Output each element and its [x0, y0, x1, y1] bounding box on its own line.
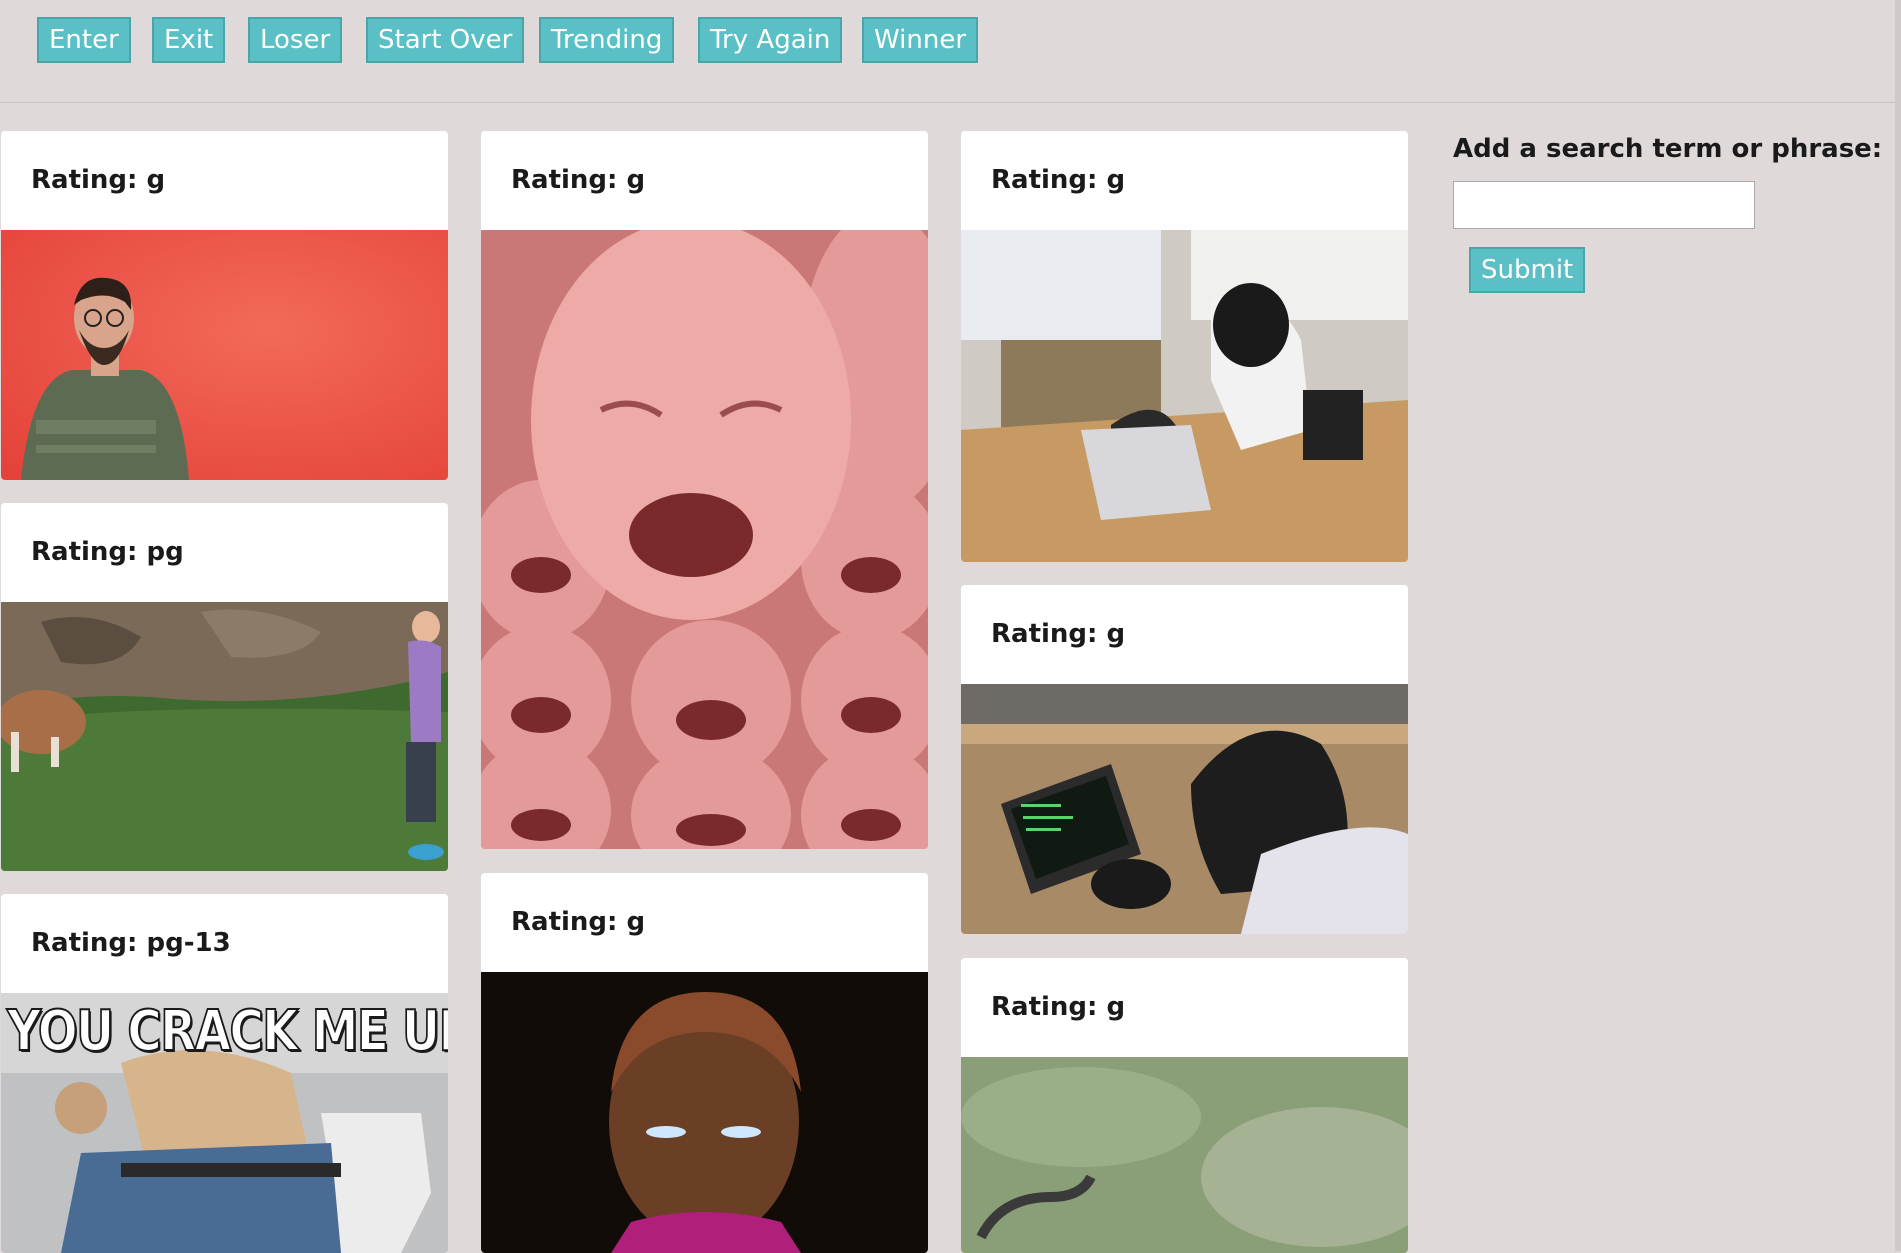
search-input[interactable] [1453, 181, 1755, 229]
topic-button-winner[interactable]: Winner [862, 17, 979, 63]
gif-card: Rating: g [481, 873, 928, 1253]
gif-card: Rating: pg [1, 503, 448, 871]
gif-image[interactable] [1, 230, 448, 480]
gif-image[interactable]: YOU CRACK ME UP [1, 993, 448, 1253]
topic-button-loser[interactable]: Loser [248, 17, 343, 63]
page-scrollbar[interactable] [1895, 0, 1901, 1251]
gif-card: Rating: g [961, 131, 1408, 562]
gif-image[interactable] [961, 230, 1408, 562]
gif-image[interactable] [1, 602, 448, 871]
gif-card: Rating: g [961, 585, 1408, 934]
rating-heading: Rating: g [991, 165, 1126, 195]
submit-button[interactable]: Submit [1469, 247, 1586, 293]
rating-heading: Rating: pg-13 [31, 928, 231, 958]
rating-heading: Rating: g [991, 619, 1126, 649]
gif-image[interactable] [481, 230, 928, 849]
rating-heading: Rating: g [511, 165, 646, 195]
rating-heading: Rating: g [31, 165, 166, 195]
gif-image[interactable] [961, 684, 1408, 934]
gif-image[interactable] [481, 972, 928, 1253]
rating-heading: Rating: g [991, 992, 1126, 1022]
rating-heading: Rating: g [511, 907, 646, 937]
topic-button-trending[interactable]: Trending [539, 17, 675, 63]
gif-card: Rating: g [481, 131, 928, 849]
gif-image[interactable] [961, 1057, 1408, 1253]
topic-button-start-over[interactable]: Start Over [366, 17, 525, 63]
topic-button-try-again[interactable]: Try Again [698, 17, 843, 63]
gif-card: Rating: g [1, 131, 448, 480]
search-label: Add a search term or phrase: [1453, 134, 1883, 164]
gif-caption-text: YOU CRACK ME UP [6, 998, 448, 1065]
topic-button-exit[interactable]: Exit [152, 17, 226, 63]
gif-card: Rating: g [961, 958, 1408, 1253]
gif-card: Rating: pg-13 YOU CRACK ME UP [1, 894, 448, 1253]
topic-button-bar: Enter Exit Loser Start Over Trending Try… [0, 0, 1895, 103]
rating-heading: Rating: pg [31, 537, 184, 567]
topic-button-enter[interactable]: Enter [37, 17, 131, 63]
